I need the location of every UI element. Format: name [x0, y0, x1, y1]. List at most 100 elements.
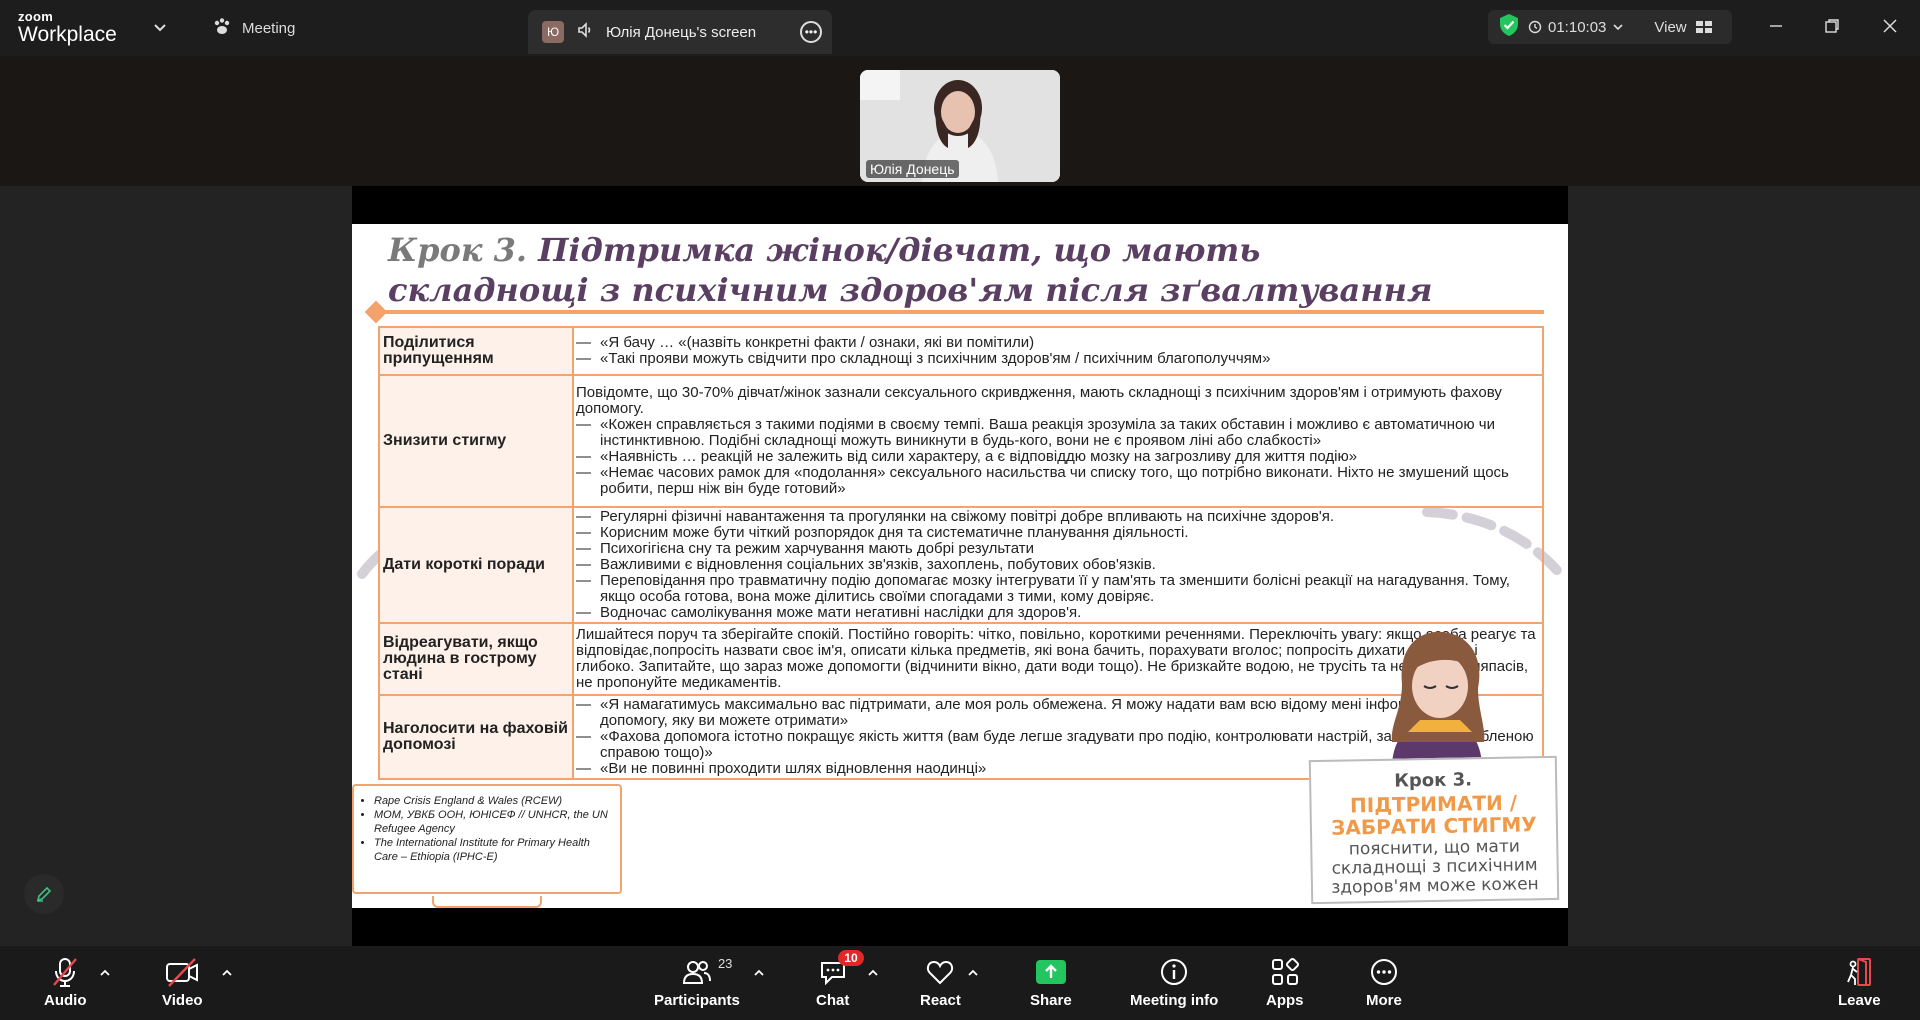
woman-illustration [1391, 631, 1485, 764]
meeting-info-button[interactable]: Meeting info [1130, 954, 1218, 1009]
row-label: Наголосити на фаховій допомозі [378, 694, 574, 780]
apps-icon [1270, 954, 1300, 990]
shield-check-icon[interactable] [1498, 13, 1520, 41]
presentation-slide: Крок 3. Підтримка жінок/дівчат, що мають… [352, 224, 1568, 908]
shared-screen-frame: Крок 3. Підтримка жінок/дівчат, що мають… [352, 186, 1568, 946]
react-options-caret-icon[interactable] [966, 966, 980, 980]
audio-options-caret-icon[interactable] [98, 966, 112, 980]
info-icon [1159, 954, 1189, 990]
more-button[interactable]: More [1366, 954, 1402, 1009]
tab-shared-screen[interactable]: Ю Юлія Донець's screen ••• [528, 10, 832, 54]
view-label: View [1654, 18, 1687, 36]
summary-card: Крок 3. ПІДТРИМАТИ / ЗАБРАТИ СТИГМУ пояс… [1308, 755, 1560, 905]
chat-options-caret-icon[interactable] [866, 966, 880, 980]
list-item: «Я бачу … «(назвіть конкретні факти / оз… [576, 335, 1540, 352]
card-text: пояснити, що мати складнощі з психічним … [1331, 836, 1539, 898]
zoom-logo: zoom Workplace [18, 10, 117, 45]
table-row: Дати короткі порадиРегулярні фізичні нав… [378, 506, 1544, 624]
list-item: Переповідання про травматичну подію допо… [576, 573, 1540, 605]
list-item: «Кожен справляється з такими подіями в с… [576, 417, 1540, 449]
list-item: Водночас самолікування може мати негатив… [576, 605, 1540, 622]
meeting-status-pill[interactable]: 01:10:03 View [1488, 10, 1732, 44]
audio-label: Audio [44, 992, 87, 1009]
participants-button[interactable]: 23 Participants [654, 954, 740, 1009]
apps-button[interactable]: Apps [1266, 954, 1304, 1009]
shared-screen-label: Юлія Донець's screen [606, 23, 757, 41]
slide-title: Крок 3. Підтримка жінок/дівчат, що мають… [388, 230, 1538, 310]
video-label: Video [162, 992, 203, 1009]
annotate-button[interactable] [24, 874, 64, 914]
presenter-avatar: Ю [542, 21, 564, 43]
apps-label: Apps [1266, 992, 1304, 1009]
heart-icon [925, 954, 955, 990]
card-headline: ПІДТРИМАТИ / ЗАБРАТИ СТИГМУ [1330, 790, 1537, 840]
speaker-icon[interactable] [576, 21, 594, 43]
tab-meeting-label: Meeting [242, 19, 296, 37]
row-label: Поділитися припущенням [378, 326, 574, 376]
leave-button[interactable]: Leave [1838, 954, 1881, 1009]
chat-unread-badge: 10 [838, 950, 864, 966]
references-stand [432, 896, 542, 908]
meeting-timer[interactable]: 01:10:03 [1528, 19, 1624, 36]
participants-label: Participants [654, 992, 740, 1009]
card-step: Крок 3. [1394, 769, 1473, 792]
reference-item: The International Institute for Primary … [374, 836, 612, 864]
pencil-icon [36, 886, 52, 902]
list-item: Корисним може бути чіткий розпорядок дня… [576, 525, 1540, 542]
logo-line1: zoom [18, 9, 54, 24]
participants-icon: 23 [682, 954, 732, 990]
title-diamond [364, 300, 388, 324]
timer-value: 01:10:03 [1548, 18, 1607, 36]
list-item: Регулярні фізичні навантаження та прогул… [576, 509, 1540, 526]
tab-meeting[interactable]: Meeting [212, 16, 295, 40]
row-items: Регулярні фізичні навантаження та прогул… [576, 509, 1540, 622]
share-screen-icon [1035, 954, 1067, 990]
row-label: Знизити стигму [378, 374, 574, 508]
participant-video-tile[interactable]: Юлія Донець [860, 70, 1060, 182]
more-icon [1369, 954, 1399, 990]
row-label: Дати короткі поради [378, 506, 574, 624]
meeting-toolbar: Audio Video 23 Participants 10 Chat Reac… [0, 946, 1920, 1020]
list-item: «Немає часових рамок для «подолання» сек… [576, 465, 1540, 497]
restore-icon[interactable] [1820, 14, 1844, 38]
clock-icon [1528, 20, 1542, 34]
chevron-down-icon[interactable] [150, 18, 170, 38]
reference-item: Rape Crisis England & Wales (RCEW) [374, 794, 612, 808]
references-box: Rape Crisis England & Wales (RCEW)МОМ, У… [352, 784, 622, 894]
row-label: Відреагувати, якщо людина в гострому ста… [378, 622, 574, 696]
close-icon[interactable] [1878, 14, 1902, 38]
row-intro: Повідомте, що 30-70% дівчат/жінок зазнал… [576, 384, 1502, 417]
chat-icon: 10 [818, 950, 864, 990]
camera-off-icon [165, 954, 199, 990]
view-button[interactable]: View [1654, 19, 1712, 36]
react-label: React [920, 992, 961, 1009]
more-options-icon[interactable]: ••• [800, 21, 822, 43]
react-button[interactable]: React [920, 954, 961, 1009]
video-options-caret-icon[interactable] [220, 966, 234, 980]
share-button[interactable]: Share [1030, 954, 1072, 1009]
title-underline [374, 310, 1544, 314]
participants-options-caret-icon[interactable] [752, 966, 766, 980]
list-item: Психогігієна сну та режим харчування маю… [576, 541, 1540, 558]
participants-count: 23 [717, 956, 733, 971]
slide-title-main: Підтримка жінок/дівчат, що мають [538, 231, 1261, 269]
paw-icon [212, 16, 232, 40]
chevron-down-icon [1613, 24, 1623, 31]
minimize-icon[interactable] [1764, 14, 1788, 38]
participant-name: Юлія Донець [866, 160, 959, 178]
more-label: More [1366, 992, 1402, 1009]
reference-item: МОМ, УВКБ ООН, ЮНІСЕФ // UNHCR, the UN R… [374, 808, 612, 836]
audio-button[interactable]: Audio [44, 954, 87, 1009]
row-items: «Я бачу … «(назвіть конкретні факти / оз… [576, 335, 1540, 368]
chat-button[interactable]: 10 Chat [816, 950, 864, 1009]
video-button[interactable]: Video [162, 954, 203, 1009]
table-row: Поділитися припущенням«Я бачу … «(назвіт… [378, 326, 1544, 376]
slide-title-step: Крок 3. [388, 231, 528, 269]
leave-label: Leave [1838, 992, 1881, 1009]
title-bar: zoom Workplace Meeting Ю Юлія Донець's s… [0, 0, 1920, 56]
leave-icon [1844, 954, 1874, 990]
participant-strip: Юлія Донець [0, 56, 1920, 186]
grid-view-icon [1695, 21, 1712, 33]
chat-label: Chat [816, 992, 850, 1009]
shared-screen-area: Крок 3. Підтримка жінок/дівчат, що мають… [0, 186, 1920, 946]
